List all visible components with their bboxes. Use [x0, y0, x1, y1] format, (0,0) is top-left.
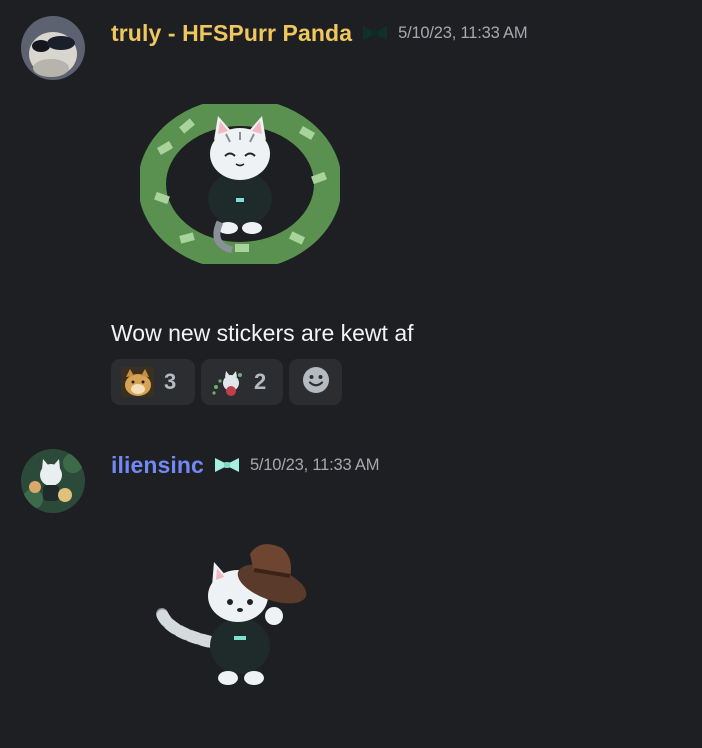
bow-tie-icon	[360, 23, 390, 43]
cat-cowboy-hat-sticker[interactable]	[150, 534, 310, 694]
avatar-cat[interactable]	[21, 449, 85, 513]
reactions-bar: 3 2	[111, 359, 342, 405]
doge-emoji	[121, 367, 154, 397]
username[interactable]: iliensinc	[111, 452, 204, 479]
reaction-doge[interactable]: 3	[111, 359, 195, 405]
username[interactable]: truly - HFSPurr Panda	[111, 20, 352, 47]
reaction-count: 3	[164, 369, 177, 394]
add-reaction-button[interactable]	[289, 359, 342, 405]
cat-party-emoji	[211, 367, 244, 397]
avatar-panda[interactable]	[21, 16, 85, 80]
timestamp: 5/10/23, 11:33 AM	[249, 455, 380, 474]
reaction-count: 2	[254, 369, 267, 394]
message-header: truly - HFSPurr Panda 5/10/23, 11:33 AM	[111, 16, 528, 50]
timestamp: 5/10/23, 11:33 AM	[398, 23, 528, 42]
message-header: iliensinc 5/10/23, 11:33 AM	[111, 448, 379, 482]
smiley-icon	[302, 366, 330, 399]
reaction-cat-party[interactable]: 2	[201, 359, 283, 405]
bow-tie-icon	[212, 455, 242, 475]
message-text: Wow new stickers are kewt af	[111, 320, 414, 346]
cat-money-wreath-sticker[interactable]	[138, 98, 342, 270]
chat-log: truly - HFSPurr Panda 5/10/23, 11:33 AM	[0, 0, 702, 748]
